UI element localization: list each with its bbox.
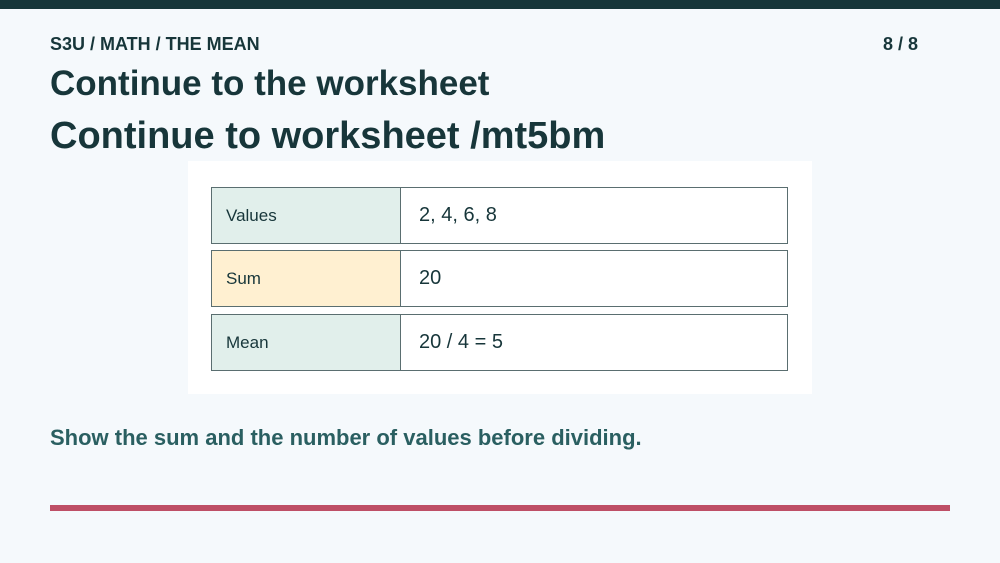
mean-table-card: Values 2, 4, 6, 8 Sum 20 Mean 20 / 4 = 5	[188, 161, 812, 394]
table-label-cell: Sum	[211, 250, 401, 307]
page-subtitle: Continue to worksheet /mt5bm	[50, 115, 606, 157]
page-title: Continue to the worksheet	[50, 64, 490, 103]
table-label-cell: Mean	[211, 314, 401, 371]
table-value-cell: 20 / 4 = 5	[401, 314, 788, 371]
table-row-mean: Mean 20 / 4 = 5	[211, 314, 788, 371]
top-bar	[0, 0, 1000, 9]
page-counter: 8 / 8	[882, 34, 918, 54]
table-row-values: Values 2, 4, 6, 8	[211, 187, 788, 244]
table-value-cell: 20	[401, 250, 788, 307]
table-value-cell: 2, 4, 6, 8	[401, 187, 788, 244]
table-label-cell: Values	[211, 187, 401, 244]
instruction-note: Show the sum and the number of values be…	[50, 425, 642, 450]
table-row-sum: Sum 20	[211, 250, 788, 307]
breadcrumb: S3U / MATH / THE MEAN	[50, 34, 260, 54]
accent-divider	[50, 505, 950, 511]
